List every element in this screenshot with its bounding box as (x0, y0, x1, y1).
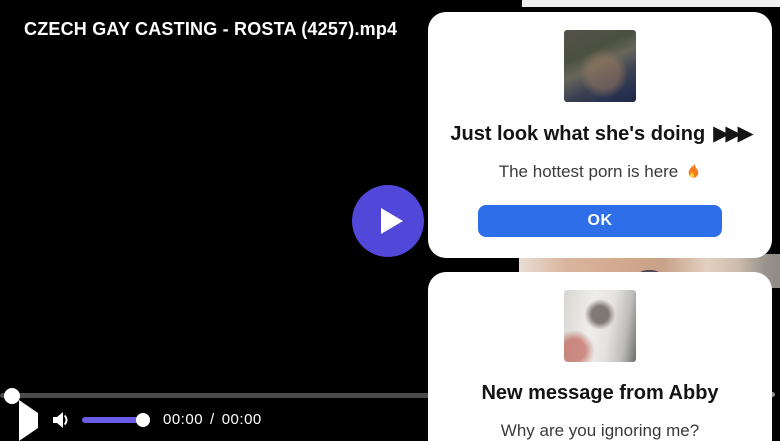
popup-thumbnail[interactable] (564, 290, 636, 362)
big-play-button[interactable] (352, 185, 424, 257)
popup-subtext: The hottest porn is here (428, 162, 772, 182)
popup-heading: New message from Abby (481, 382, 719, 404)
popup-subtext: Why are you ignoring me? (500, 421, 700, 440)
play-icon (18, 399, 38, 441)
current-time: 00:00 (163, 411, 204, 428)
ok-button[interactable]: OK (478, 205, 722, 237)
fire-icon (688, 164, 699, 178)
page-background-strip (522, 0, 780, 7)
speaker-icon (53, 412, 68, 428)
popup-card-promo[interactable]: Just look what she's doing ▶▶▶ The hottes… (428, 12, 772, 258)
popup-thumbnail[interactable] (564, 30, 636, 102)
video-title: CZECH GAY CASTING - ROSTA (4257).mp4 (24, 19, 398, 39)
play-icon (380, 208, 403, 234)
popup-heading: Just look what she's doing ▶▶▶ (450, 121, 754, 145)
volume-knob[interactable] (136, 413, 150, 427)
video-player-page: CZECH GAY CASTING - ROSTA (4257).mp4 00:… (0, 0, 780, 441)
time-display: 00:00 / 00:00 (163, 411, 262, 428)
volume-mute-button[interactable] (51, 408, 73, 432)
seek-knob[interactable] (4, 388, 20, 404)
time-separator: / (210, 411, 215, 428)
play-button[interactable] (18, 399, 38, 441)
triple-arrow-icon: ▶▶▶ (713, 121, 754, 145)
duration: 00:00 (221, 411, 262, 428)
popup-card-message[interactable]: New message from Abby Why are you ignori… (428, 272, 772, 441)
